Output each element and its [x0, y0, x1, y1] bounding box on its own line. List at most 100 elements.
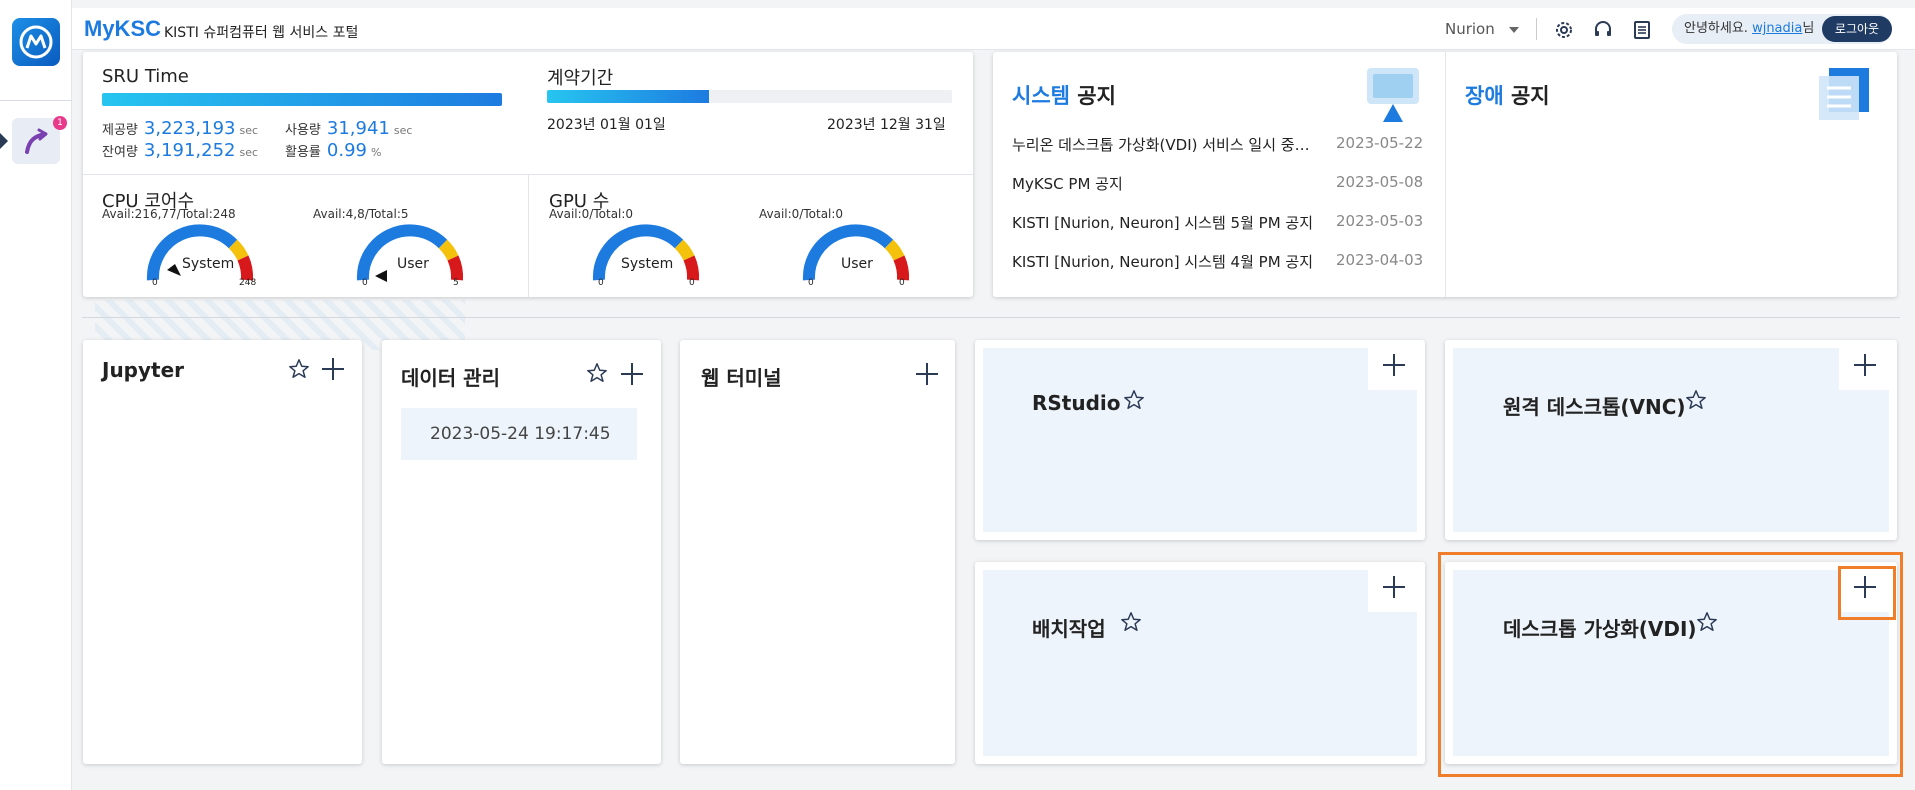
notice-item[interactable]: KISTI [Nurion, Neuron] 시스템 5월 PM 공지	[1012, 212, 1322, 233]
contract-start: 2023년 01월 01일	[547, 117, 666, 133]
highlight-add-button	[1838, 566, 1896, 620]
star-icon[interactable]	[586, 362, 608, 384]
remaining-unit: sec	[239, 146, 259, 159]
star-icon[interactable]	[1123, 389, 1145, 411]
utilization-unit: %	[370, 146, 382, 159]
gear-icon[interactable]	[1553, 19, 1575, 41]
gpu-user-avail: Avail:0/Total:0	[759, 207, 844, 221]
gauge-min: 0	[152, 278, 158, 288]
notice-item[interactable]: KISTI [Nurion, Neuron] 시스템 4월 PM 공지	[1012, 251, 1322, 272]
gauge-min: 0	[362, 278, 368, 288]
logout-button[interactable]: 로그아웃	[1822, 16, 1892, 42]
provided-value: 3,223,193	[143, 118, 236, 139]
add-button[interactable]	[1368, 562, 1420, 612]
batch-job-card[interactable]: 배치작업	[975, 562, 1425, 764]
gpu-system-gauge: System 0 0	[591, 222, 701, 288]
document-icon[interactable]	[1631, 19, 1653, 41]
gauge-arc-icon	[802, 224, 910, 281]
greeting-suffix: 님	[1802, 21, 1815, 36]
used-label: 사용량	[285, 123, 321, 138]
sru-remaining: 잔여량 3,191,252 sec	[102, 140, 258, 161]
content-divider	[82, 317, 1900, 318]
gauge-max: 0	[689, 278, 695, 288]
star-icon[interactable]	[288, 358, 310, 380]
system-notice-title-highlight: 시스템	[1012, 84, 1070, 108]
used-value: 31,941	[326, 118, 390, 139]
contract-progress-fill	[547, 90, 709, 103]
add-icon[interactable]	[916, 363, 938, 385]
notice-item[interactable]: 누리온 데스크톱 가상화(VDI) 서비스 일시 중단 안내	[1012, 134, 1322, 155]
rstudio-card[interactable]: RStudio	[975, 340, 1425, 540]
sru-used: 사용량 31,941 sec	[285, 118, 412, 139]
gauge-arc-icon	[356, 224, 464, 282]
brand-title[interactable]: MyKSC	[84, 16, 161, 42]
add-icon[interactable]	[1383, 576, 1405, 598]
data-timestamp-box: 2023-05-24 19:17:45	[401, 408, 637, 460]
add-icon[interactable]	[1854, 354, 1876, 376]
contract-progress-bar	[547, 90, 952, 103]
notice-card: 시스템 공지 누리온 데스크톱 가상화(VDI) 서비스 일시 중단 안내 20…	[993, 52, 1897, 297]
notice-date: 2023-05-08	[1336, 173, 1424, 191]
provided-label: 제공량	[102, 123, 138, 138]
gpu-system-avail: Avail:0/Total:0	[549, 207, 634, 221]
cpu-user-gauge: User 0 5	[355, 222, 465, 288]
utilization-label: 활용률	[285, 145, 321, 160]
sru-progress-bar	[102, 93, 502, 106]
logo-icon[interactable]	[12, 18, 60, 66]
contract-title: 계약기간	[547, 68, 614, 89]
gauge-max: 0	[899, 278, 905, 288]
add-button[interactable]	[1368, 340, 1420, 390]
notice-date: 2023-04-03	[1336, 251, 1424, 269]
gauge-max: 248	[239, 278, 257, 288]
notice-item[interactable]: MyKSC PM 공지	[1012, 173, 1322, 194]
star-icon[interactable]	[1120, 611, 1142, 633]
remaining-label: 잔여량	[102, 145, 138, 160]
system-select[interactable]: Nurion	[1445, 20, 1495, 38]
sru-utilization: 활용률 0.99%	[285, 140, 381, 161]
add-icon[interactable]	[1383, 354, 1405, 376]
notice-divider	[1445, 52, 1446, 297]
gauge-label: System	[182, 256, 235, 272]
jupyter-card[interactable]: Jupyter	[83, 340, 362, 764]
sidebar-divider	[0, 100, 72, 101]
headset-icon[interactable]	[1592, 19, 1614, 41]
jupyter-title: Jupyter	[102, 358, 185, 382]
left-sidebar: 1	[0, 0, 72, 790]
gauge-label: User	[397, 256, 429, 272]
chevron-down-icon[interactable]	[1509, 27, 1519, 33]
data-management-card[interactable]: 데이터 관리 2023-05-24 19:17:45	[382, 340, 661, 764]
top-bar: MyKSC KISTI 슈퍼컴퓨터 웹 서비스 포털 Nurion 안녕하세요.…	[72, 8, 1915, 50]
data-management-title: 데이터 관리	[401, 366, 500, 390]
card-inner	[1453, 348, 1889, 532]
card-divider-vertical	[528, 174, 529, 297]
gauge-min: 0	[808, 278, 814, 288]
gauge-arc-icon	[592, 224, 700, 281]
sru-progress-fill	[102, 93, 502, 106]
highlight-frame	[1438, 552, 1903, 777]
data-timestamp: 2023-05-24 19:17:45	[430, 424, 611, 444]
brand-subtitle: KISTI 슈퍼컴퓨터 웹 서비스 포털	[164, 25, 359, 41]
add-button[interactable]	[1839, 340, 1891, 390]
notice-date: 2023-05-22	[1336, 134, 1424, 152]
system-notice-title[interactable]: 시스템 공지	[1012, 80, 1116, 110]
cpu-system-gauge: System 0 248	[145, 222, 257, 288]
gauge-label: User	[841, 256, 873, 272]
sru-title: SRU Time	[102, 66, 189, 87]
add-icon[interactable]	[621, 363, 643, 385]
star-icon[interactable]	[1685, 389, 1707, 411]
provided-unit: sec	[239, 124, 259, 137]
batch-job-title: 배치작업	[1032, 617, 1106, 641]
contract-end: 2023년 12월 31일	[827, 117, 946, 133]
active-indicator-icon	[0, 133, 8, 149]
gpu-user-gauge: User 0 0	[801, 222, 911, 288]
fault-notice-title[interactable]: 장애 공지	[1465, 80, 1550, 110]
add-icon[interactable]	[322, 358, 344, 380]
web-terminal-card[interactable]: 웹 터미널	[680, 340, 955, 764]
username-link[interactable]: wjnadia	[1752, 21, 1802, 36]
fault-notice-title-highlight: 장애	[1465, 84, 1504, 108]
vnc-card[interactable]: 원격 데스크톱(VNC)	[1445, 340, 1897, 540]
monitor-icon	[1363, 64, 1423, 130]
used-unit: sec	[393, 124, 413, 137]
gauge-label: System	[621, 256, 674, 272]
remaining-value: 3,191,252	[143, 140, 236, 161]
